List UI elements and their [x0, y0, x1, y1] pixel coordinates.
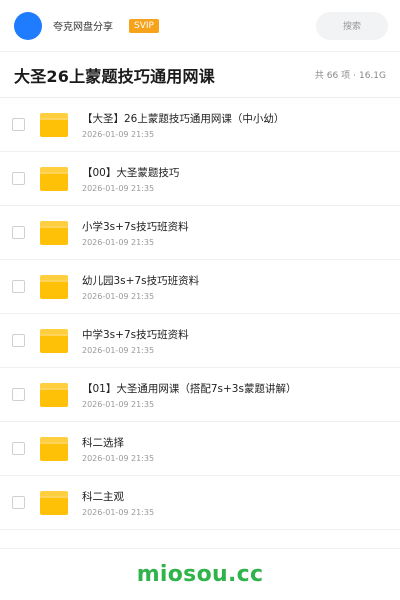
list-item[interactable]: 小学3s+7s技巧班资料 2026-01-09 21:35: [0, 206, 400, 260]
top-bar: 夸克网盘分享 SVIP 搜索: [0, 0, 400, 52]
file-date: 2026-01-09 21:35: [82, 399, 155, 409]
site-watermark: miosou.cc: [136, 562, 264, 587]
footer: miosou.cc: [0, 548, 400, 600]
folder-icon: [40, 166, 68, 191]
item-count: 共 66 项: [314, 71, 351, 81]
checkbox-icon[interactable]: [12, 172, 25, 185]
folder-icon: [40, 328, 68, 353]
folder-icon: [40, 220, 68, 245]
file-info: 【01】大圣通用网课（搭配7s+3s蒙题讲解） 2026-01-09 21:35: [82, 381, 296, 409]
checkbox-icon[interactable]: [12, 280, 25, 293]
checkbox-icon[interactable]: [12, 334, 25, 347]
folder-icon: [40, 274, 68, 299]
checkbox-icon[interactable]: [12, 226, 25, 239]
file-name[interactable]: 科二选择: [82, 435, 154, 450]
file-date: 2026-01-09 21:35: [82, 237, 155, 247]
file-name[interactable]: 小学3s+7s技巧班资料: [82, 219, 189, 234]
checkbox-icon[interactable]: [12, 388, 25, 401]
list-item[interactable]: 科二选择 2026-01-09 21:35: [0, 422, 400, 476]
total-size: 16.1G: [358, 71, 386, 81]
file-info: 幼儿园3s+7s技巧班资料 2026-01-09 21:35: [82, 273, 199, 301]
folder-icon: [40, 436, 68, 461]
search-button[interactable]: 搜索: [316, 11, 388, 40]
file-date: 2026-01-09 21:35: [82, 507, 155, 517]
file-info: 【00】大圣蒙题技巧 2026-01-09 21:35: [82, 165, 179, 193]
checkbox-icon[interactable]: [12, 496, 25, 509]
page-title: 大圣26上蒙题技巧通用网课: [14, 66, 215, 86]
list-item[interactable]: 科二主观 2026-01-09 21:35: [0, 476, 400, 530]
list-item[interactable]: 【大圣】26上蒙题技巧通用网课（中小幼） 2026-01-09 21:35: [0, 98, 400, 152]
folder-icon: [40, 382, 68, 407]
share-page: 夸克网盘分享 SVIP 搜索 大圣26上蒙题技巧通用网课 共 66 项 · 16.1…: [0, 0, 400, 600]
folder-stats: 共 66 项 · 16.1G: [315, 68, 386, 81]
file-info: 【大圣】26上蒙题技巧通用网课（中小幼） 2026-01-09 21:35: [82, 111, 284, 139]
svip-badge: SVIP: [129, 18, 159, 33]
folder-title-row: 大圣26上蒙题技巧通用网课 共 66 项 · 16.1G: [0, 52, 400, 98]
file-name[interactable]: 中学3s+7s技巧班资料: [82, 327, 189, 342]
file-date: 2026-01-09 21:35: [82, 129, 155, 139]
file-date: 2026-01-09 21:35: [82, 291, 155, 301]
folder-icon: [40, 490, 68, 515]
avatar[interactable]: [14, 11, 42, 40]
checkbox-icon[interactable]: [12, 118, 25, 131]
file-date: 2026-01-09 21:35: [82, 183, 155, 193]
file-info: 小学3s+7s技巧班资料 2026-01-09 21:35: [82, 219, 189, 247]
file-info: 科二主观 2026-01-09 21:35: [82, 489, 154, 517]
site-name: 夸克网盘分享: [53, 22, 113, 33]
file-name[interactable]: 【00】大圣蒙题技巧: [82, 165, 179, 180]
file-list: 【大圣】26上蒙题技巧通用网课（中小幼） 2026-01-09 21:35 【0…: [0, 98, 400, 530]
list-item[interactable]: 中学3s+7s技巧班资料 2026-01-09 21:35: [0, 314, 400, 368]
file-name[interactable]: 【大圣】26上蒙题技巧通用网课（中小幼）: [82, 111, 284, 126]
file-info: 中学3s+7s技巧班资料 2026-01-09 21:35: [82, 327, 189, 355]
folder-icon: [40, 112, 68, 137]
file-date: 2026-01-09 21:35: [82, 345, 155, 355]
list-item[interactable]: 【01】大圣通用网课（搭配7s+3s蒙题讲解） 2026-01-09 21:35: [0, 368, 400, 422]
checkbox-icon[interactable]: [12, 442, 25, 455]
file-date: 2026-01-09 21:35: [82, 453, 155, 463]
stats-separator: ·: [353, 71, 356, 81]
list-item[interactable]: 【00】大圣蒙题技巧 2026-01-09 21:35: [0, 152, 400, 206]
file-info: 科二选择 2026-01-09 21:35: [82, 435, 154, 463]
file-name[interactable]: 【01】大圣通用网课（搭配7s+3s蒙题讲解）: [82, 381, 296, 396]
list-item[interactable]: 幼儿园3s+7s技巧班资料 2026-01-09 21:35: [0, 260, 400, 314]
file-name[interactable]: 幼儿园3s+7s技巧班资料: [82, 273, 199, 288]
file-name[interactable]: 科二主观: [82, 489, 154, 504]
